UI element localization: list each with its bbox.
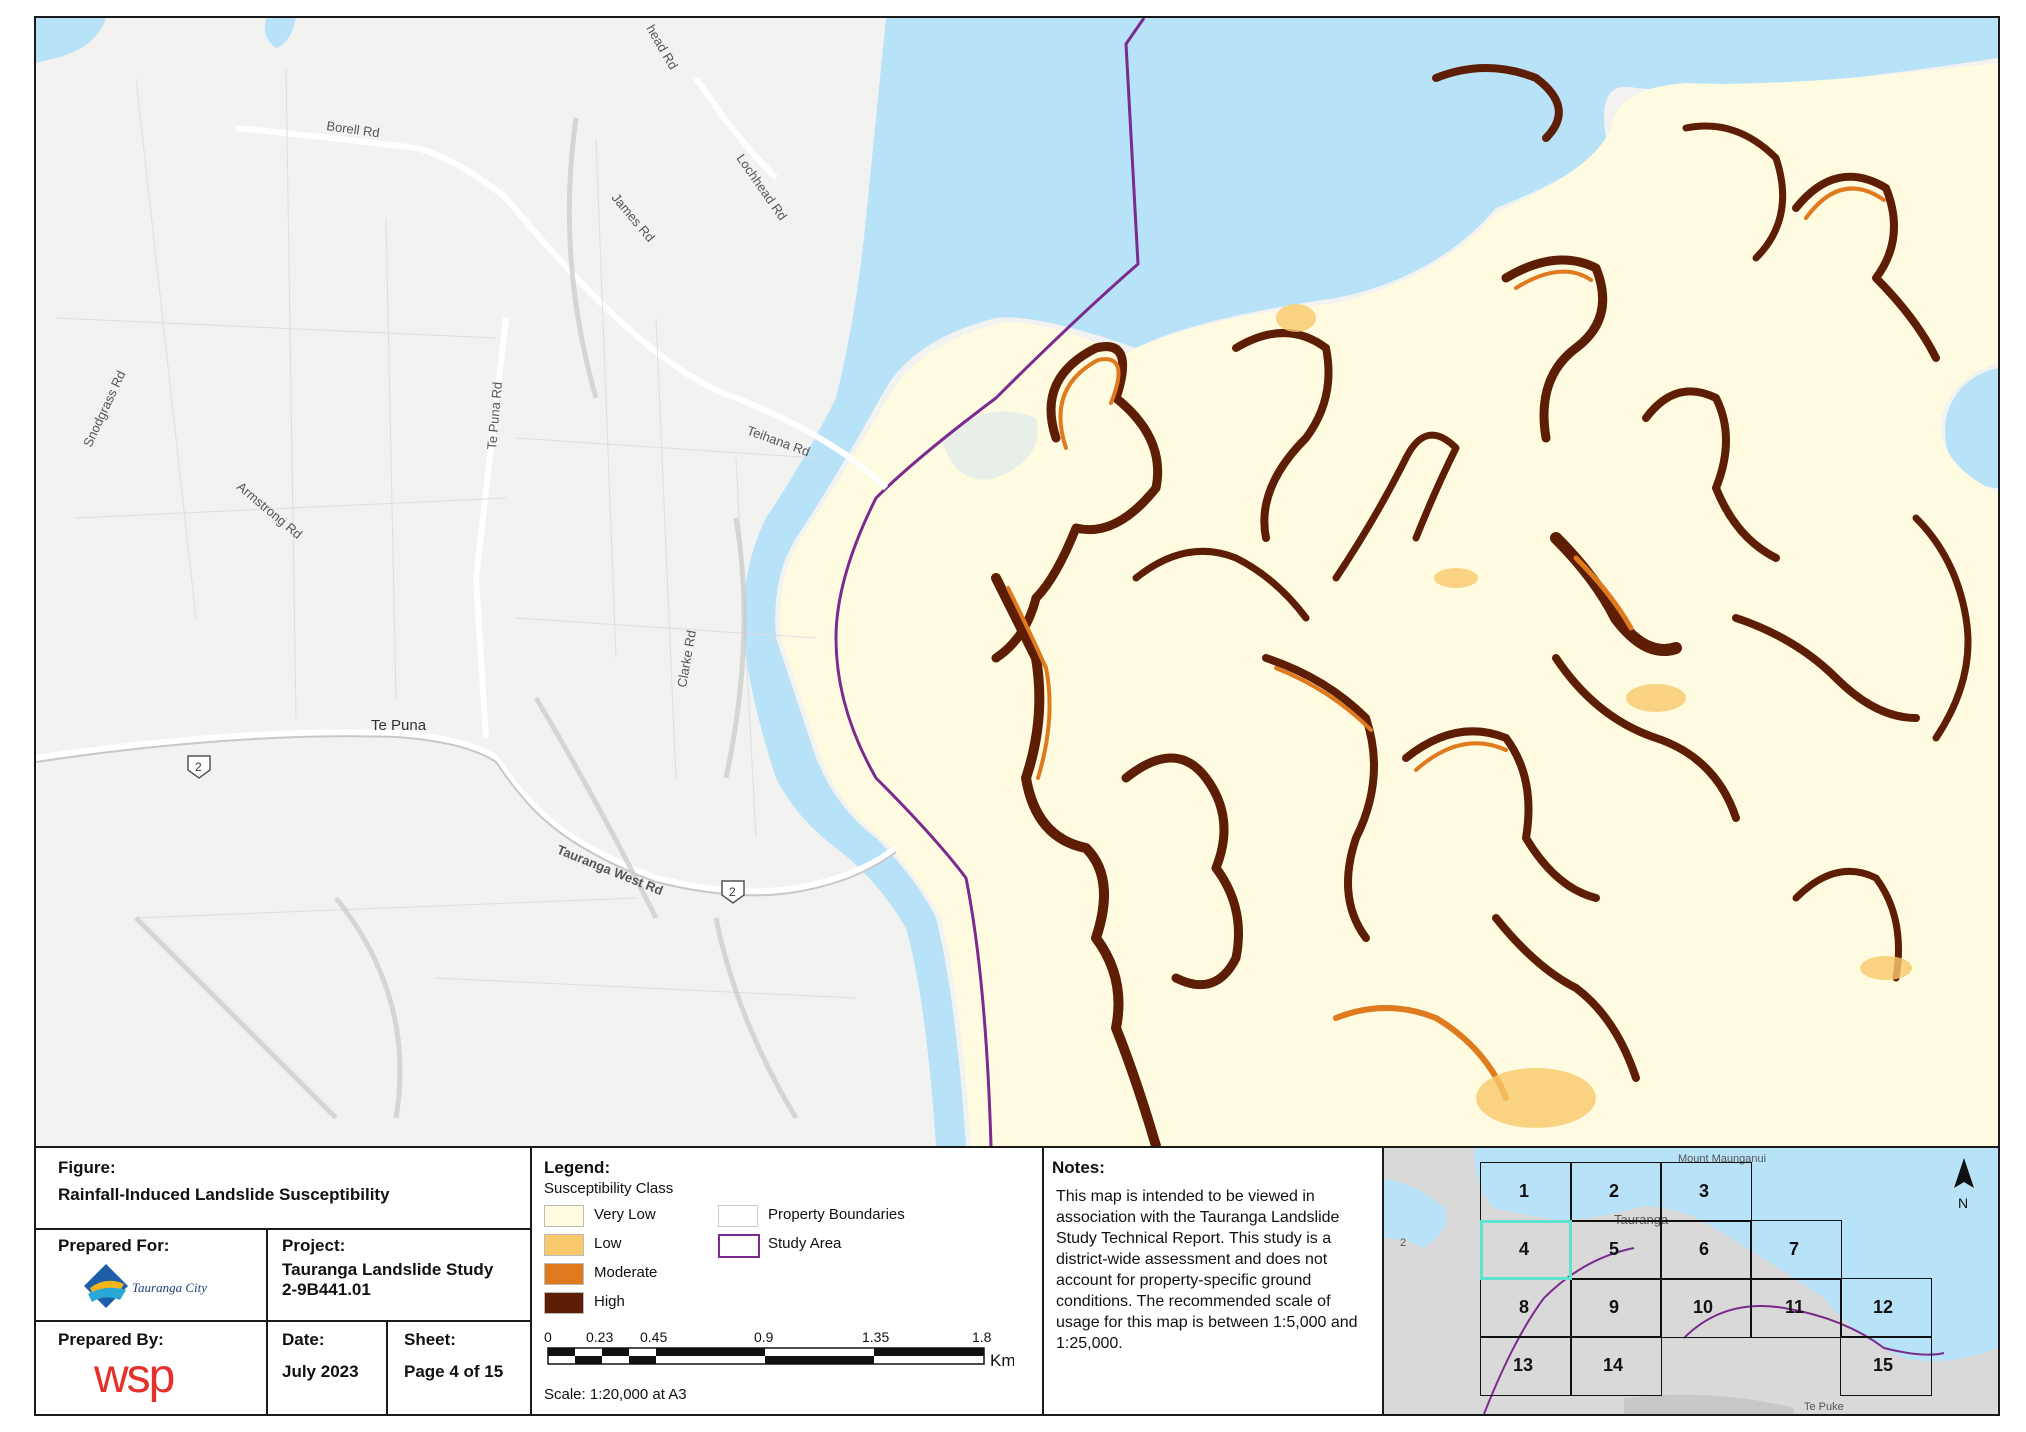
project-label: Project: — [282, 1236, 346, 1255]
inset-tile-15[interactable]: 15 — [1840, 1336, 1932, 1396]
sheet-label: Sheet: — [404, 1330, 456, 1349]
svg-text:1.8: 1.8 — [972, 1329, 992, 1345]
svg-text:0.23: 0.23 — [586, 1329, 613, 1345]
svg-text:Km: Km — [990, 1351, 1014, 1370]
inset-tile-10[interactable]: 10 — [1660, 1278, 1752, 1338]
divider-date — [386, 1322, 388, 1414]
figure-title: Rainfall-Induced Landslide Susceptibilit… — [58, 1185, 390, 1204]
svg-text:2: 2 — [1400, 1237, 1406, 1249]
wsp-logo: wsp — [90, 1350, 210, 1406]
legend-label-high: High — [594, 1293, 625, 1310]
scale-text: Scale: 1:20,000 at A3 — [544, 1386, 687, 1403]
notes-text: This map is intended to be viewed in ass… — [1056, 1188, 1358, 1352]
date-value: July 2023 — [282, 1362, 359, 1381]
svg-text:1.35: 1.35 — [862, 1329, 889, 1345]
inset-tile-9[interactable]: 9 — [1570, 1278, 1662, 1338]
rule-prepared — [34, 1320, 532, 1322]
prepared-for-label: Prepared For: — [58, 1236, 170, 1255]
prepared-by-label: Prepared By: — [58, 1330, 164, 1349]
inset-tile-14[interactable]: 14 — [1570, 1336, 1662, 1396]
legend-swatch-property — [718, 1205, 758, 1227]
legend-label-study-area: Study Area — [768, 1235, 842, 1252]
rule-figure — [34, 1228, 532, 1230]
svg-text:0: 0 — [544, 1329, 552, 1345]
inset-tile-11[interactable]: 11 — [1750, 1278, 1842, 1338]
legend-subtitle: Susceptibility Class — [544, 1180, 674, 1197]
inset-tile-12[interactable]: 12 — [1840, 1278, 1932, 1338]
project-code: 2-9B441.01 — [282, 1280, 371, 1299]
inset-tile-3[interactable]: 3 — [1660, 1162, 1752, 1222]
divider-1 — [530, 1146, 532, 1414]
inset-map[interactable]: 2 Mount Maunganui Tauranga Te Puke N 1 2… — [1384, 1148, 1998, 1414]
figure-label: Figure: — [58, 1158, 116, 1177]
legend-label-moderate: Moderate — [594, 1264, 658, 1281]
legend-swatch-moderate — [544, 1263, 584, 1285]
svg-text:Te Puke: Te Puke — [1804, 1401, 1844, 1413]
project-name: Tauranga Landslide Study — [282, 1260, 494, 1279]
svg-text:wsp: wsp — [93, 1350, 174, 1403]
legend-title: Legend: — [544, 1158, 611, 1177]
inset-tile-6[interactable]: 6 — [1660, 1220, 1752, 1280]
legend-swatch-low — [544, 1234, 584, 1256]
tauranga-city-logo: Tauranga City — [80, 1258, 220, 1314]
divider-2 — [1042, 1146, 1044, 1414]
notes-label: Notes: — [1052, 1158, 1105, 1177]
legend-label-low: Low — [594, 1235, 622, 1252]
divider-project — [266, 1230, 268, 1414]
inset-tile-1[interactable]: 1 — [1480, 1162, 1572, 1222]
inset-tile-4-current[interactable]: 4 — [1480, 1220, 1572, 1280]
sheet-value: Page 4 of 15 — [404, 1362, 504, 1381]
svg-text:N: N — [1958, 1195, 1968, 1211]
svg-text:0.9: 0.9 — [754, 1329, 774, 1345]
inset-tile-8[interactable]: 8 — [1480, 1278, 1572, 1338]
svg-text:0.45: 0.45 — [640, 1329, 667, 1345]
inset-tile-7[interactable]: 7 — [1750, 1220, 1842, 1280]
inset-tile-13[interactable]: 13 — [1480, 1336, 1572, 1396]
svg-text:Tauranga City: Tauranga City — [132, 1280, 207, 1295]
inset-tile-5[interactable]: 5 — [1570, 1220, 1662, 1280]
legend-swatch-very-low — [544, 1205, 584, 1227]
scale-bar: 0 0.23 0.45 0.9 1.35 1.8 Km — [544, 1328, 1016, 1378]
legend-label-property: Property Boundaries — [768, 1206, 905, 1223]
date-label: Date: — [282, 1330, 325, 1349]
legend-swatch-high — [544, 1292, 584, 1314]
legend-label-very-low: Very Low — [594, 1206, 656, 1223]
inset-tile-2[interactable]: 2 — [1570, 1162, 1662, 1222]
legend-swatch-study-area — [718, 1234, 760, 1258]
